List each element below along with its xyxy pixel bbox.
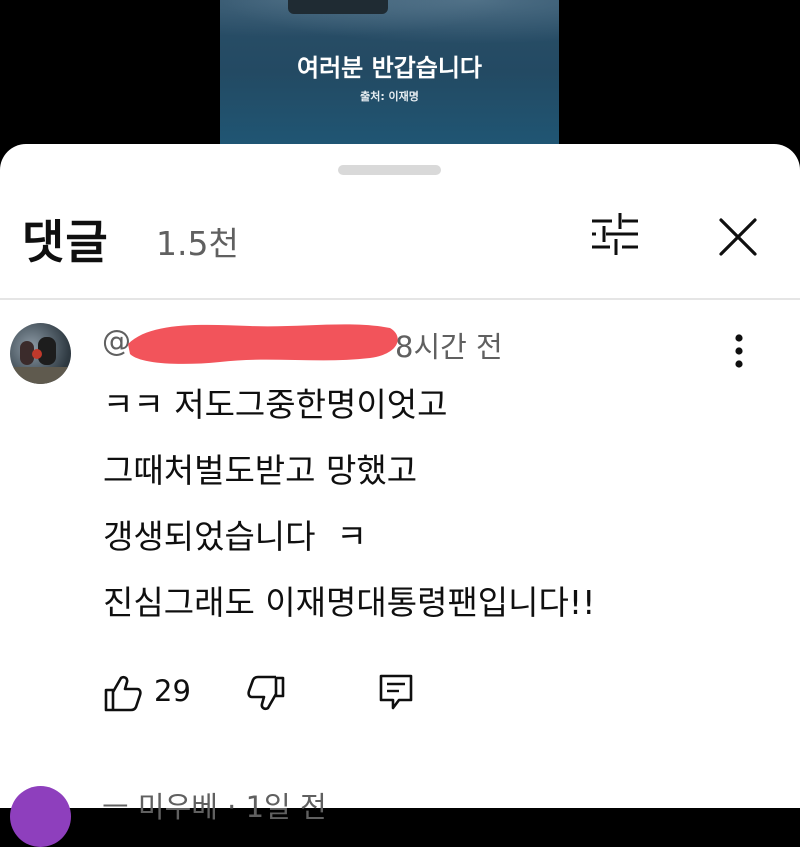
reply-comment-icon bbox=[379, 674, 413, 710]
comments-count: 1.5천 bbox=[156, 224, 239, 263]
dislike-button[interactable] bbox=[245, 672, 287, 714]
comments-sheet: 댓글 1.5천 @ 8시간 전 ㅋㅋ 저도그중한명이엇고 그때처벌도받고 망했고… bbox=[0, 144, 800, 847]
video-background-shape bbox=[220, 0, 559, 44]
comment-author-handle[interactable]: ㅡ 미우베 · 1일 전 bbox=[102, 784, 327, 826]
comment-more-button[interactable] bbox=[722, 330, 756, 374]
redaction-scribble bbox=[128, 324, 398, 364]
avatar-ground bbox=[10, 367, 71, 384]
video-caption-source: 출처: 이재명 bbox=[360, 90, 419, 103]
video-player-area[interactable]: 여러분 반갑습니다 출처: 이재명 bbox=[0, 0, 800, 160]
comment-text: ㅋㅋ 저도그중한명이엇고 그때처벌도받고 망했고 갱생되었습니다 ㅋ 진심그래도… bbox=[103, 372, 595, 636]
close-button[interactable] bbox=[710, 209, 766, 265]
thumbs-down-icon bbox=[247, 675, 285, 711]
comment-line: 그때처벌도받고 망했고 bbox=[103, 451, 418, 490]
close-x-icon bbox=[719, 218, 757, 256]
tune-sliders-icon bbox=[592, 213, 638, 255]
header-divider bbox=[0, 298, 800, 300]
avatar-accent bbox=[32, 349, 42, 359]
next-comment-item: ㅡ 미우베 · 1일 전 bbox=[0, 784, 800, 847]
video-caption-title: 여러분 반갑습니다 bbox=[297, 54, 482, 82]
comment-line: 갱생되었습니다 ㅋ bbox=[103, 517, 367, 556]
like-count: 29 bbox=[154, 674, 191, 708]
avatar[interactable] bbox=[10, 323, 71, 384]
comments-title: 댓글 bbox=[22, 215, 109, 269]
reply-button[interactable] bbox=[377, 672, 417, 714]
comment-line: 진심그래도 이재명대통령팬입니다!! bbox=[103, 583, 596, 622]
video-top-bar bbox=[288, 0, 388, 14]
like-button[interactable] bbox=[102, 672, 144, 714]
comment-line: ㅋㅋ 저도그중한명이엇고 bbox=[103, 385, 448, 424]
comment-timestamp: 8시간 전 bbox=[395, 330, 503, 364]
more-vertical-icon bbox=[735, 334, 743, 368]
avatar[interactable] bbox=[10, 786, 71, 847]
drag-handle[interactable] bbox=[338, 165, 441, 175]
sort-filter-button[interactable] bbox=[584, 208, 644, 260]
video-thumbnail[interactable]: 여러분 반갑습니다 출처: 이재명 bbox=[220, 0, 559, 160]
thumbs-up-icon bbox=[104, 675, 142, 712]
